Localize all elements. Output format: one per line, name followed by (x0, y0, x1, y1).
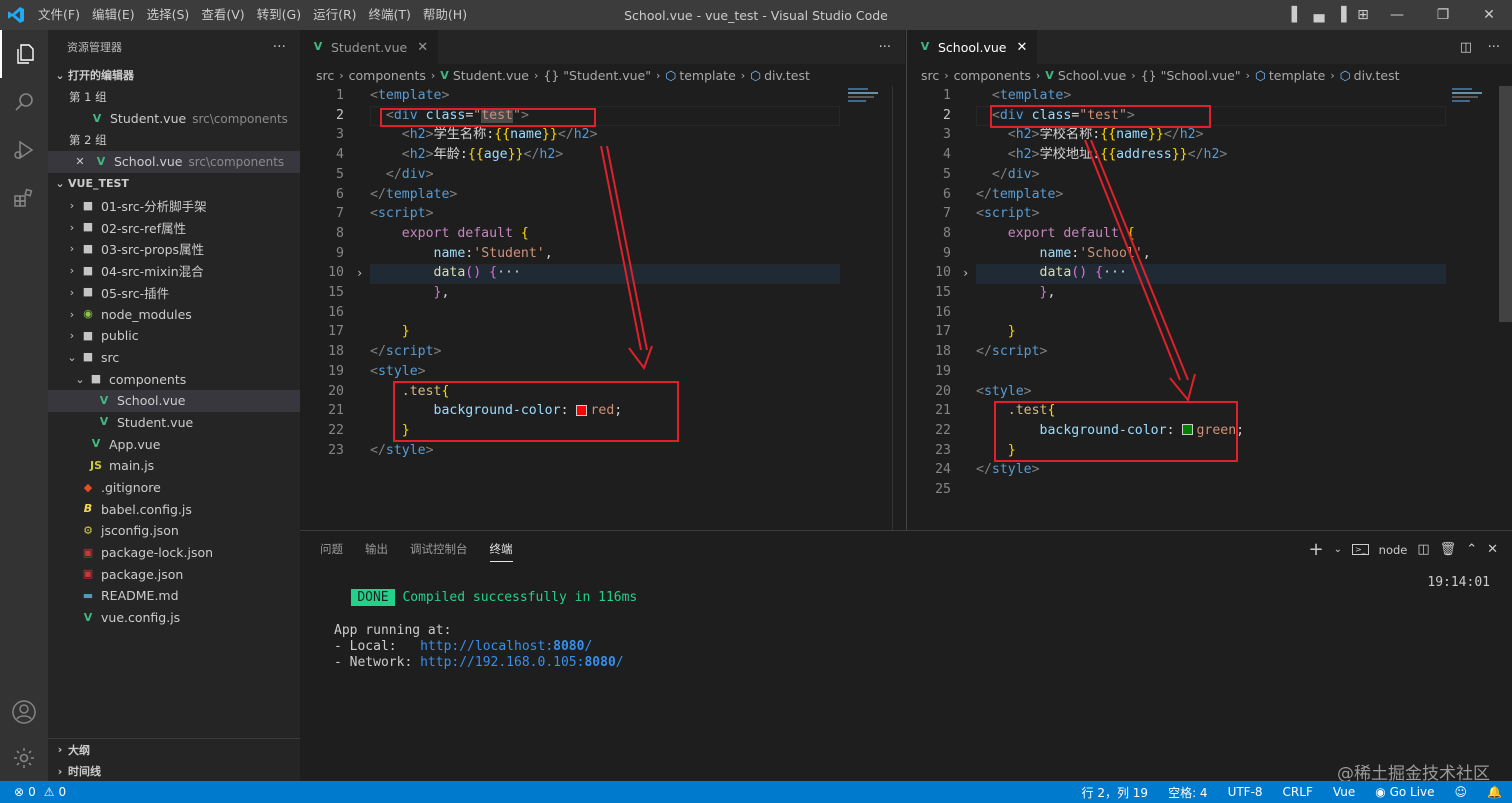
network-line: - Network: http://192.168.0.105:8080/ (334, 655, 624, 670)
language-mode[interactable]: Vue (1333, 785, 1355, 799)
done-badge: DONE (351, 589, 395, 606)
arrow-right (1084, 139, 1196, 403)
local-label: - Local: (334, 639, 421, 654)
end-of-line[interactable]: CRLF (1283, 785, 1313, 799)
feedback-icon[interactable]: ☺ (1455, 785, 1468, 799)
arrow-left (600, 145, 653, 371)
encoding[interactable]: UTF-8 (1228, 785, 1263, 799)
terminal-icon: >_ (1351, 544, 1369, 555)
split-terminal-icon[interactable]: ◫ (1417, 542, 1429, 557)
new-terminal-icon[interactable]: + (1308, 539, 1323, 560)
status-right: 行 2，列 19 空格: 4 UTF-8 CRLF Vue ◉ Go Live … (1082, 784, 1502, 801)
go-live-label: Go Live (1389, 785, 1435, 799)
compiled-message: Compiled successfully in 116ms (402, 590, 638, 605)
running-message: App running at: (334, 623, 452, 638)
terminal-time: 19:14:01 (1427, 575, 1490, 590)
kill-terminal-icon[interactable]: 🗑 (1440, 542, 1457, 557)
tab-problems[interactable]: 问题 (320, 541, 343, 562)
panel-actions: + ⌄ >_ node ◫ 🗑 ⌃ ✕ (1308, 539, 1498, 560)
indentation[interactable]: 空格: 4 (1168, 784, 1208, 801)
warning-count: 0 (58, 785, 67, 799)
close-panel-icon[interactable]: ✕ (1487, 542, 1498, 557)
tab-debug-console[interactable]: 调试控制台 (410, 541, 468, 562)
maximize-panel-icon[interactable]: ⌃ (1466, 542, 1477, 557)
error-icon: ⊗ (14, 785, 25, 799)
network-label: - Network: (334, 655, 421, 670)
tab-output[interactable]: 输出 (365, 541, 388, 562)
chevron-down-icon[interactable]: ⌄ (1334, 544, 1342, 555)
notifications-bell-icon[interactable]: 🔔 (1487, 785, 1502, 799)
local-url[interactable]: http://localhost:8080/ (420, 639, 592, 654)
status-bar: ⊗ 0 ⚠ 0 行 2，列 19 空格: 4 UTF-8 CRLF Vue ◉ Go… (0, 781, 1512, 803)
terminal-line-compiled: DONE Compiled successfully in 116ms (320, 575, 637, 620)
cursor-position[interactable]: 行 2，列 19 (1082, 784, 1149, 801)
problems-status[interactable]: ⊗ 0 ⚠ 0 (0, 785, 66, 799)
error-count: 0 (28, 785, 36, 799)
local-line: - Local: http://localhost:8080/ (334, 639, 592, 654)
panel-tabs: 问题 输出 调试控制台 终端 (320, 541, 513, 562)
tab-terminal[interactable]: 终端 (489, 541, 513, 562)
warning-icon: ⚠ (43, 785, 55, 799)
go-live-button[interactable]: ◉ Go Live (1375, 785, 1434, 799)
network-url[interactable]: http://192.168.0.105:8080/ (420, 655, 624, 670)
terminal-name[interactable]: node (1379, 543, 1408, 557)
bottom-panel: 问题 输出 调试控制台 终端 + ⌄ >_ node ◫ 🗑 ⌃ ✕ DONE … (300, 530, 1512, 784)
broadcast-icon: ◉ (1375, 785, 1386, 799)
